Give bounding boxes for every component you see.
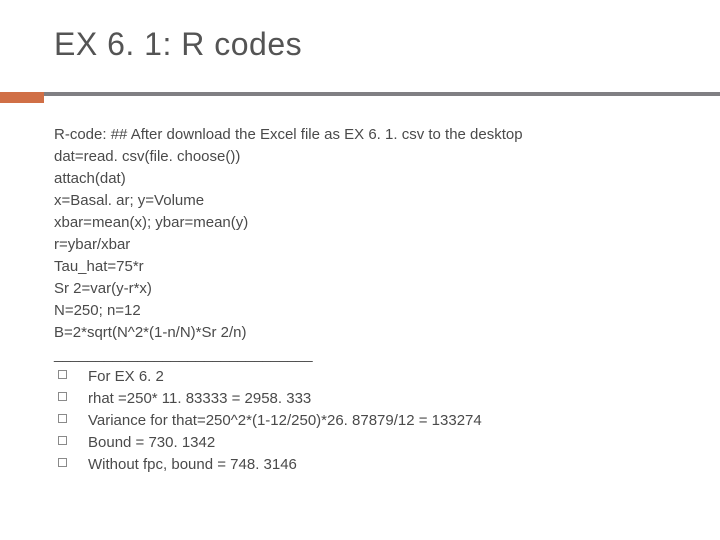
square-bullet-icon (58, 414, 67, 423)
code-line: attach(dat) (54, 168, 680, 190)
slide-body: R-code: ## After download the Excel file… (54, 124, 680, 476)
list-item-text: Without fpc, bound = 748. 3146 (88, 456, 297, 473)
rule-accent (0, 92, 44, 103)
list-item: rhat =250* 11. 83333 = 2958. 333 (88, 388, 680, 410)
code-line: R-code: ## After download the Excel file… (54, 124, 680, 146)
code-line: dat=read. csv(file. choose()) (54, 146, 680, 168)
list-item: Bound = 730. 1342 (88, 432, 680, 454)
slide: EX 6. 1: R codes R-code: ## After downlo… (0, 0, 720, 540)
code-line: Sr 2=var(y-r*x) (54, 278, 680, 300)
code-line: _______________________________ (54, 344, 680, 366)
square-bullet-icon (58, 436, 67, 445)
list-item-text: Bound = 730. 1342 (88, 434, 215, 451)
code-line: N=250; n=12 (54, 300, 680, 322)
square-bullet-icon (58, 370, 67, 379)
slide-title: EX 6. 1: R codes (54, 26, 302, 63)
square-bullet-icon (58, 392, 67, 401)
list-item: For EX 6. 2 (88, 366, 680, 388)
code-line: Tau_hat=75*r (54, 256, 680, 278)
code-line: B=2*sqrt(N^2*(1-n/N)*Sr 2/n) (54, 322, 680, 344)
rule-line (0, 92, 720, 96)
code-line: r=ybar/xbar (54, 234, 680, 256)
list-item: Variance for that=250^2*(1-12/250)*26. 8… (88, 410, 680, 432)
list-item-text: rhat =250* 11. 83333 = 2958. 333 (88, 390, 311, 407)
list-item-text: For EX 6. 2 (88, 368, 164, 385)
square-bullet-icon (58, 458, 67, 467)
list-item: Without fpc, bound = 748. 3146 (88, 454, 680, 476)
code-line: x=Basal. ar; y=Volume (54, 190, 680, 212)
code-line: xbar=mean(x); ybar=mean(y) (54, 212, 680, 234)
title-rule (0, 92, 720, 96)
bullet-list: For EX 6. 2 rhat =250* 11. 83333 = 2958.… (54, 366, 680, 476)
list-item-text: Variance for that=250^2*(1-12/250)*26. 8… (88, 412, 482, 429)
